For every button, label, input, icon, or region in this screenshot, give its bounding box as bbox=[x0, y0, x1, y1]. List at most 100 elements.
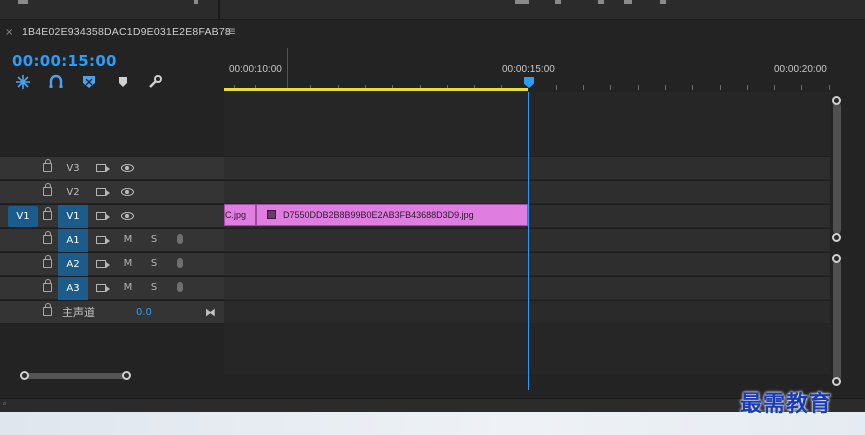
sync-lock-icon[interactable] bbox=[96, 164, 110, 172]
ruler-major-tick bbox=[287, 48, 288, 88]
video-clip[interactable]: D7550DDB2B8B99B0E2AB3FB43688D3D9.jpg bbox=[256, 204, 528, 226]
sequence-tab-title[interactable]: 1B4E02E934358DAC1D9E031E2E8FAB78 bbox=[22, 26, 231, 38]
playhead-line[interactable] bbox=[528, 92, 529, 390]
marker-icon[interactable] bbox=[115, 74, 131, 90]
track-header-v3: V3 bbox=[0, 156, 224, 179]
track-header-v2: V2 bbox=[0, 180, 224, 203]
sync-lock-icon[interactable] bbox=[96, 260, 110, 268]
video-vertical-scrollbar[interactable] bbox=[833, 102, 841, 234]
track-content-area[interactable]: C.jpg D7550DDB2B8B99B0E2AB3FB43688D3D9.j… bbox=[224, 92, 830, 374]
track-lane-a2[interactable] bbox=[224, 252, 830, 275]
toolbar-button[interactable] bbox=[598, 0, 604, 4]
zoom-handle-left[interactable] bbox=[20, 371, 29, 380]
source-patch-v1[interactable]: V1 bbox=[8, 206, 38, 227]
eye-icon[interactable] bbox=[121, 188, 134, 196]
track-name[interactable]: V3 bbox=[58, 157, 88, 180]
sync-lock-icon[interactable] bbox=[96, 188, 110, 196]
ruler-minor-tick bbox=[747, 85, 748, 90]
timeline-panel: × 1B4E02E934358DAC1D9E031E2E8FAB78 ≡ 00:… bbox=[0, 20, 865, 398]
toolbar-button[interactable] bbox=[660, 0, 666, 4]
mute-button[interactable]: M bbox=[120, 280, 136, 296]
track-name[interactable]: A3 bbox=[58, 277, 88, 300]
track-header-v1: V1 V1 bbox=[0, 204, 224, 228]
toolbar-button[interactable] bbox=[18, 0, 28, 4]
panel-menu-icon[interactable]: ≡ bbox=[226, 24, 236, 38]
solo-button[interactable]: S bbox=[146, 256, 162, 272]
horizontal-zoom-scrollbar[interactable] bbox=[10, 370, 225, 382]
ruler-minor-tick bbox=[692, 85, 693, 90]
toolbar-button[interactable] bbox=[555, 0, 561, 4]
ruler-label-20s: 00:00:20:00 bbox=[774, 64, 827, 75]
track-name[interactable]: V1 bbox=[58, 205, 88, 228]
toolbar-button[interactable] bbox=[624, 0, 632, 4]
scroll-knob-bottom[interactable] bbox=[832, 233, 841, 242]
track-name[interactable]: A1 bbox=[58, 229, 88, 252]
eye-icon[interactable] bbox=[121, 212, 134, 220]
mute-button[interactable]: M bbox=[120, 256, 136, 272]
master-track-name: 主声道 bbox=[62, 306, 95, 319]
lock-icon[interactable] bbox=[43, 255, 52, 268]
track-header-a2: A2 M S bbox=[0, 252, 224, 276]
watermark-logo: 最需教育 bbox=[740, 391, 833, 417]
ruler-minor-tick bbox=[829, 85, 830, 90]
audio-vertical-scrollbar[interactable] bbox=[833, 260, 841, 381]
scroll-knob-bottom[interactable] bbox=[832, 377, 841, 386]
lock-icon[interactable] bbox=[43, 207, 52, 220]
ruler-label-10s: 00:00:10:00 bbox=[229, 64, 282, 75]
track-lane-a1[interactable] bbox=[224, 228, 830, 251]
lock-icon[interactable] bbox=[43, 183, 52, 196]
video-clip[interactable]: C.jpg bbox=[224, 204, 256, 226]
ruler-minor-tick bbox=[665, 85, 666, 90]
ruler-minor-tick bbox=[720, 85, 721, 90]
sync-lock-icon[interactable] bbox=[96, 212, 110, 220]
snap-in-timeline-icon[interactable] bbox=[15, 74, 31, 90]
sync-lock-icon[interactable] bbox=[96, 236, 110, 244]
solo-button[interactable]: S bbox=[146, 280, 162, 296]
timeline-header: 00:00:15:00 bbox=[0, 46, 224, 156]
zoom-handle-right[interactable] bbox=[122, 371, 131, 380]
ruler-minor-tick bbox=[774, 85, 775, 90]
status-bar: ◦ bbox=[0, 398, 865, 412]
solo-button[interactable]: S bbox=[146, 232, 162, 248]
zoom-scroll-bar[interactable] bbox=[24, 373, 128, 379]
microphone-icon[interactable] bbox=[177, 282, 183, 292]
timeline-settings-icon[interactable] bbox=[147, 74, 163, 90]
close-tab-icon[interactable]: × bbox=[5, 27, 13, 38]
go-to-next-keyframe-icon[interactable]: ⧓ bbox=[205, 306, 216, 319]
track-name[interactable]: A2 bbox=[58, 253, 88, 276]
track-lane-v3[interactable] bbox=[224, 156, 830, 179]
eye-icon[interactable] bbox=[121, 164, 134, 172]
clip-label: C.jpg bbox=[225, 210, 247, 220]
playhead-timecode[interactable]: 00:00:15:00 bbox=[12, 52, 117, 70]
lock-icon[interactable] bbox=[43, 159, 52, 172]
scroll-knob-top[interactable] bbox=[832, 96, 841, 105]
ruler-minor-tick bbox=[638, 85, 639, 90]
lock-icon[interactable] bbox=[43, 279, 52, 292]
track-lane-v2[interactable] bbox=[224, 180, 830, 203]
vertical-scrollbar-area bbox=[830, 92, 865, 390]
mute-button[interactable]: M bbox=[120, 232, 136, 248]
track-lane-a3[interactable] bbox=[224, 276, 830, 299]
master-volume-value[interactable]: 0.0 bbox=[136, 301, 152, 324]
toolbar-button[interactable] bbox=[515, 0, 529, 4]
sync-lock-icon[interactable] bbox=[96, 284, 110, 292]
work-area-bar[interactable] bbox=[224, 88, 528, 91]
top-toolbar bbox=[0, 0, 865, 20]
fx-badge-icon bbox=[267, 210, 276, 219]
add-marker-icon[interactable] bbox=[81, 74, 97, 90]
linked-selection-icon[interactable] bbox=[48, 74, 64, 90]
microphone-icon[interactable] bbox=[177, 234, 183, 244]
lock-icon[interactable] bbox=[43, 231, 52, 244]
ruler-minor-tick bbox=[610, 85, 611, 90]
scroll-knob-top[interactable] bbox=[832, 254, 841, 263]
track-lane-master[interactable] bbox=[224, 300, 830, 323]
track-name[interactable]: V2 bbox=[58, 181, 88, 204]
track-header-a3: A3 M S bbox=[0, 276, 224, 300]
playhead-handle[interactable] bbox=[524, 77, 534, 88]
time-ruler[interactable]: 00:00:10:00 00:00:15:00 00:00:20:00 bbox=[224, 46, 865, 92]
toolbar-button[interactable] bbox=[194, 0, 198, 4]
lock-icon[interactable] bbox=[43, 303, 52, 316]
microphone-icon[interactable] bbox=[177, 258, 183, 268]
ruler-minor-tick bbox=[583, 85, 584, 90]
status-indicator: ◦ bbox=[2, 400, 8, 410]
